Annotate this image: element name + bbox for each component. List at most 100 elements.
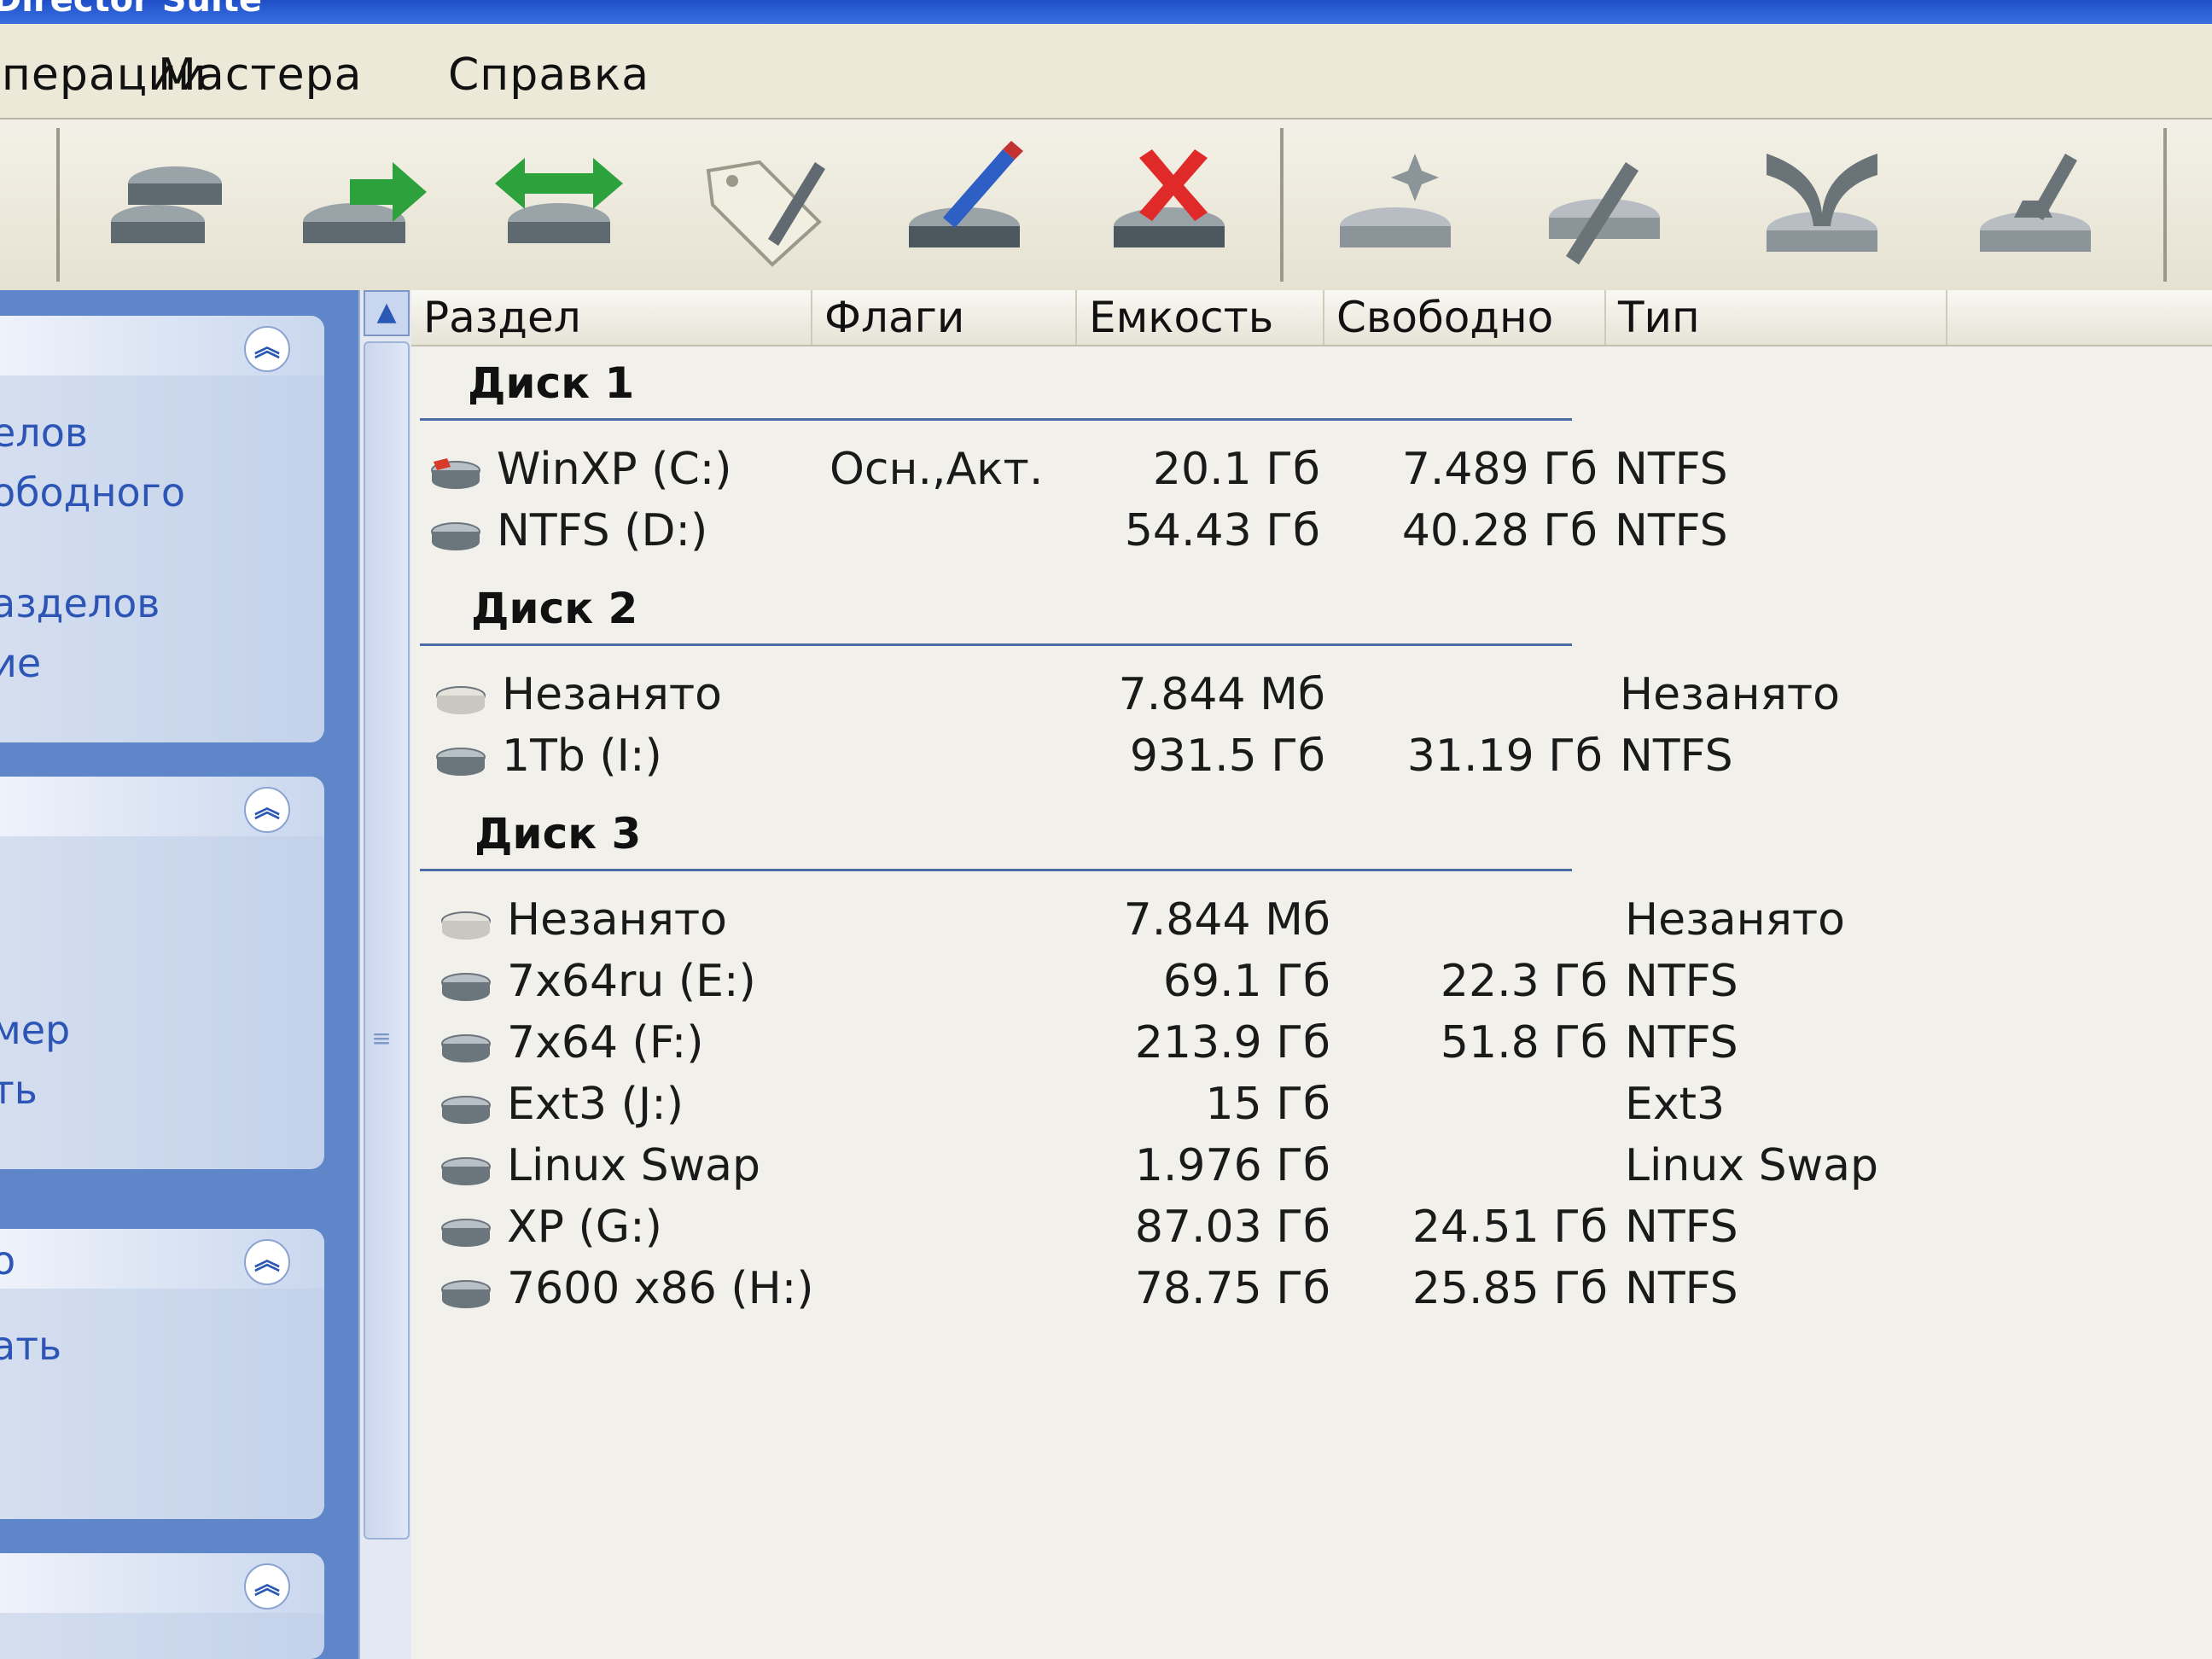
- partition-capacity: 213.9 Гб: [1134, 1017, 1330, 1068]
- resize-button[interactable]: [486, 137, 632, 273]
- task-link[interactable]: ободного: [0, 469, 185, 515]
- partition-row[interactable]: 7600 x86 (H:) 78.75 Гб 25.85 Гб NTFS: [439, 1263, 2060, 1318]
- merge-button[interactable]: [1749, 137, 1895, 273]
- menu-help[interactable]: Справка: [448, 49, 649, 101]
- partition-row[interactable]: Ext3 (J:) 15 Гб Ext3: [439, 1079, 2060, 1133]
- task-group-header[interactable]: ︽ о: [0, 1229, 324, 1289]
- delete-disk-icon: [1114, 149, 1225, 247]
- partition-capacity: 78.75 Гб: [1134, 1263, 1330, 1314]
- task-link[interactable]: ать: [0, 1323, 61, 1369]
- partition-row[interactable]: 1Tb (I:) 931.5 Гб 31.19 Гб NTFS: [434, 731, 2055, 785]
- task-link[interactable]: ть: [0, 1067, 38, 1113]
- partition-free: 7.489 Гб: [1401, 444, 1598, 495]
- merge-disk-icon: [1767, 154, 1877, 252]
- task-group-header[interactable]: ︽: [0, 777, 324, 836]
- partition-disk-icon: [434, 737, 488, 776]
- partition-free: 51.8 Гб: [1440, 1017, 1608, 1068]
- task-link[interactable]: мер: [0, 1007, 70, 1053]
- collapse-icon[interactable]: ︽: [244, 326, 290, 372]
- partition-name: Ext3 (J:): [507, 1079, 684, 1130]
- partition-type: Ext3: [1625, 1079, 1726, 1130]
- partition-row[interactable]: WinXP (C:) Осн.,Акт. 20.1 Гб 7.489 Гб NTFS: [428, 444, 2050, 498]
- task-group-header[interactable]: ︽: [0, 316, 324, 375]
- edit-button[interactable]: [892, 137, 1037, 273]
- disks-button[interactable]: [94, 137, 239, 273]
- partition-capacity: 87.03 Гб: [1134, 1202, 1330, 1253]
- window-title: Director Suite: [0, 0, 262, 20]
- column-free[interactable]: Свободно: [1324, 290, 1606, 345]
- partition-row[interactable]: XP (G:) 87.03 Гб 24.51 Гб NTFS: [439, 1202, 2060, 1256]
- disk-separator: [420, 418, 1572, 421]
- task-group-details: ︽: [0, 1553, 324, 1659]
- task-link[interactable]: елов: [0, 410, 88, 456]
- partition-type: NTFS: [1625, 1202, 1738, 1253]
- partition-free: 24.51 Гб: [1412, 1202, 1608, 1253]
- delete-button[interactable]: [1097, 137, 1242, 273]
- partition-disk-icon: [439, 1086, 493, 1124]
- split-button[interactable]: [1532, 137, 1677, 273]
- partition-capacity: 15 Гб: [1205, 1079, 1330, 1130]
- partition-type: NTFS: [1620, 731, 1733, 782]
- partition-capacity: 931.5 Гб: [1129, 731, 1325, 782]
- partition-row[interactable]: Linux Swap 1.976 Гб Linux Swap: [439, 1140, 2060, 1195]
- partition-disk-icon: [439, 1147, 493, 1185]
- task-link[interactable]: азделов: [0, 580, 160, 626]
- collapse-icon[interactable]: ︽: [244, 1563, 290, 1610]
- partition-name: XP (G:): [507, 1202, 662, 1253]
- task-link[interactable]: ие: [0, 640, 41, 686]
- disk-title: Диск 1: [468, 358, 635, 408]
- disk-title: Диск 3: [474, 809, 642, 859]
- column-capacity[interactable]: Емкость: [1077, 290, 1324, 345]
- resize-disk-icon: [495, 158, 623, 243]
- scroll-up-icon[interactable]: ▲: [364, 290, 410, 336]
- partition-disk-icon: [428, 451, 483, 489]
- disk-wizard-icon: [1340, 154, 1451, 247]
- partition-name: 7600 x86 (H:): [507, 1263, 814, 1314]
- collapse-icon[interactable]: ︽: [244, 787, 290, 833]
- toolbar-separator: [2163, 128, 2167, 282]
- clean-disk-icon: [1980, 154, 2091, 252]
- partition-capacity: 7.844 Мб: [1123, 894, 1330, 946]
- grip-icon: ≡: [371, 1024, 392, 1052]
- partition-row[interactable]: Незанято 7.844 Мб Незанято: [439, 894, 2060, 949]
- partition-name: 7x64ru (E:): [507, 956, 756, 1007]
- partition-capacity: 7.844 Мб: [1118, 669, 1325, 720]
- task-group-header[interactable]: ︽: [0, 1553, 324, 1613]
- menu-wizards[interactable]: Мастера: [158, 49, 362, 101]
- partition-free: 25.85 Гб: [1412, 1263, 1608, 1314]
- task-pane-scrollbar[interactable]: ▲ ≡: [358, 290, 411, 1659]
- partition-row[interactable]: Незанято 7.844 Мб Незанято: [434, 669, 2055, 724]
- partition-capacity: 1.976 Гб: [1134, 1140, 1330, 1191]
- column-partition[interactable]: Раздел: [411, 290, 812, 345]
- disk-separator: [420, 869, 1572, 871]
- scroll-thumb[interactable]: [364, 341, 410, 1540]
- wizard-button[interactable]: [1323, 137, 1468, 273]
- partition-name: Незанято: [502, 669, 722, 720]
- title-bar: Director Suite: [0, 0, 2212, 24]
- move-button[interactable]: [290, 137, 435, 273]
- label-button[interactable]: [691, 137, 836, 273]
- partition-name: Linux Swap: [507, 1140, 761, 1191]
- task-group-title: о: [0, 1237, 16, 1284]
- move-disk-icon: [303, 162, 427, 243]
- partition-type: Linux Swap: [1625, 1140, 1879, 1191]
- partition-name: 7x64 (F:): [507, 1017, 704, 1068]
- partition-row[interactable]: 7x64 (F:) 213.9 Гб 51.8 Гб NTFS: [439, 1017, 2060, 1072]
- partition-disk-icon: [439, 963, 493, 1001]
- partition-capacity: 20.1 Гб: [1152, 444, 1320, 495]
- task-pane: ︽ елов ободного азделов ие ︽ мер ть ︽ о …: [0, 290, 358, 1659]
- partition-row[interactable]: NTFS (D:) 54.43 Гб 40.28 Гб NTFS: [428, 505, 2050, 560]
- label-icon: [706, 160, 825, 267]
- partition-name: NTFS (D:): [497, 505, 708, 556]
- clean-button[interactable]: [1963, 137, 2108, 273]
- partition-flags: Осн.,Акт.: [830, 444, 1044, 495]
- collapse-icon[interactable]: ︽: [244, 1239, 290, 1285]
- column-type[interactable]: Тип: [1606, 290, 1947, 345]
- column-flags[interactable]: Флаги: [812, 290, 1077, 345]
- toolbar-separator: [1280, 128, 1284, 282]
- partition-row[interactable]: 7x64ru (E:) 69.1 Гб 22.3 Гб NTFS: [439, 956, 2060, 1010]
- partition-name: Незанято: [507, 894, 727, 946]
- partition-type: Незанято: [1625, 894, 1845, 946]
- edit-disk-icon: [909, 141, 1023, 247]
- partition-type: NTFS: [1625, 1017, 1738, 1068]
